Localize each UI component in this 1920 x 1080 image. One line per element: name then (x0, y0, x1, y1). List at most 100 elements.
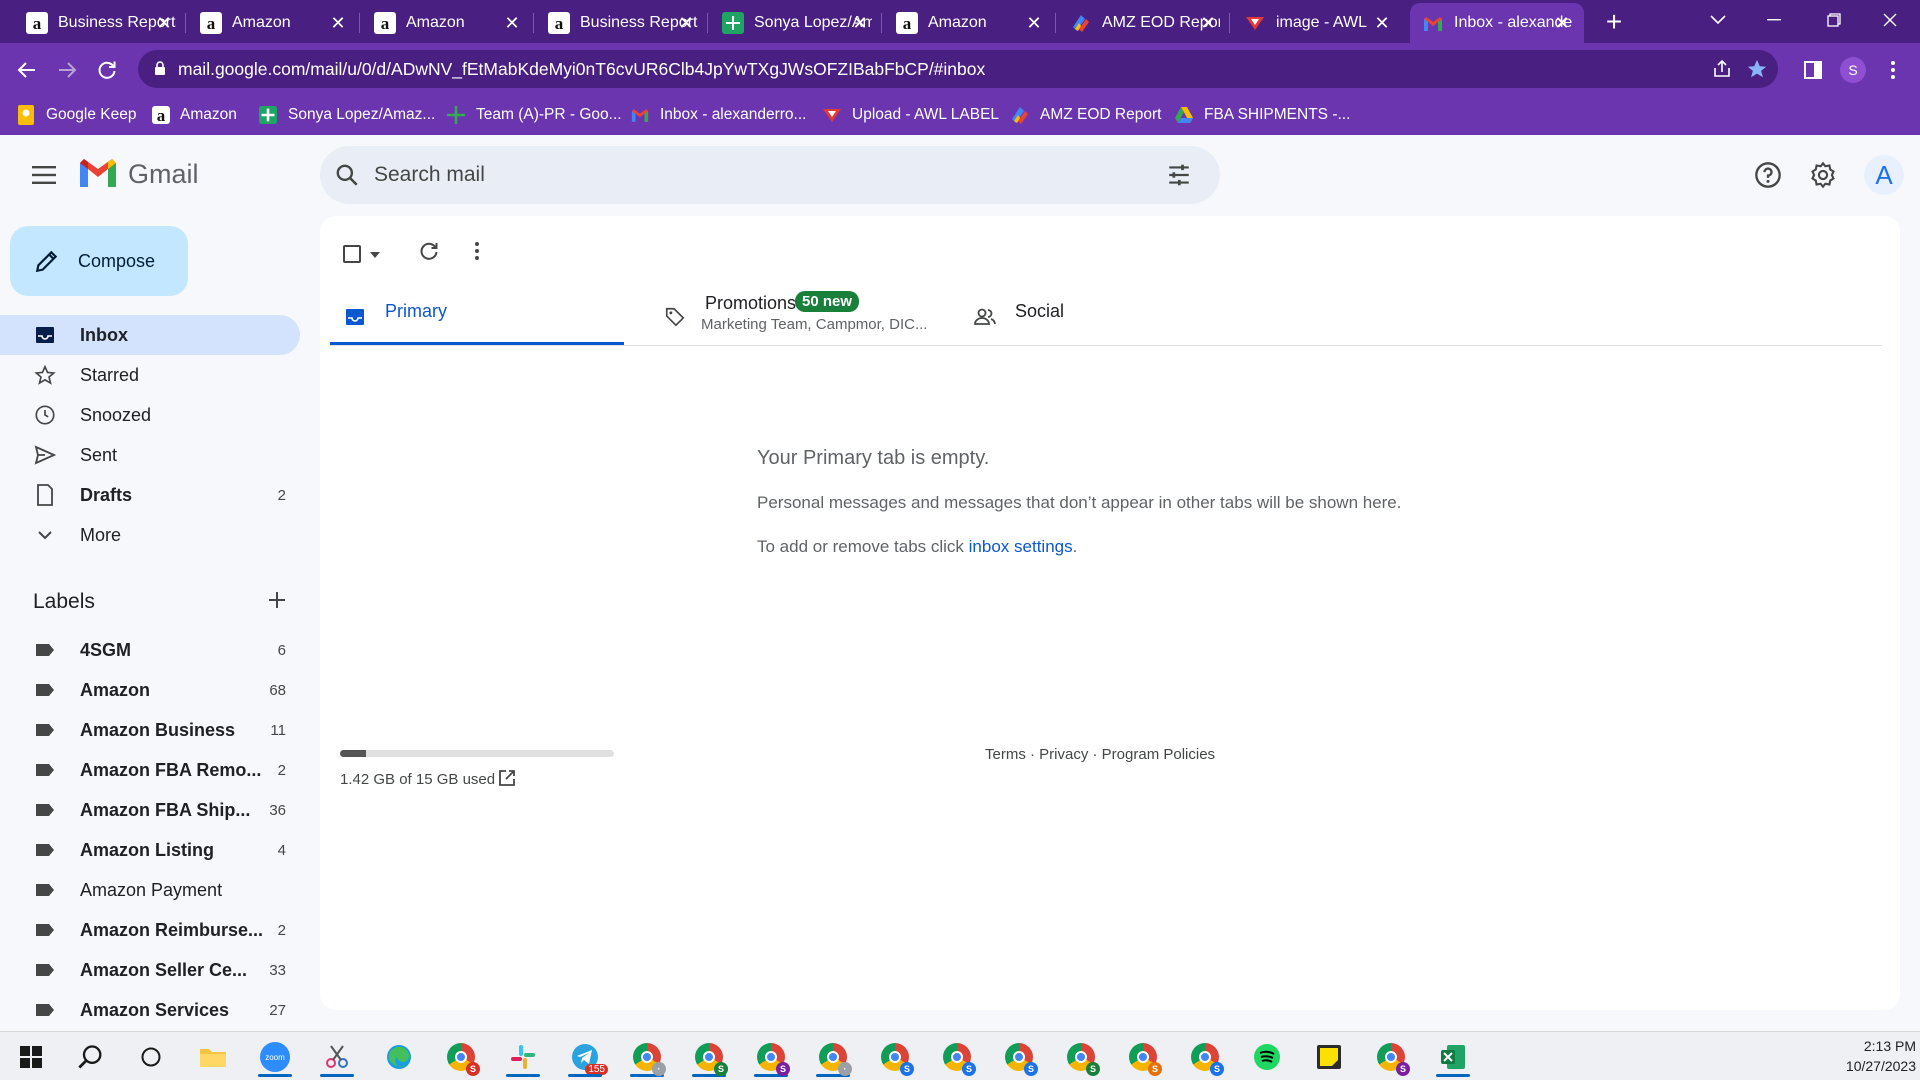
browser-tab[interactable]: image - AWL ✕ (1232, 3, 1404, 43)
snipping-tool-icon[interactable] (312, 1037, 362, 1077)
task-view-icon[interactable] (126, 1037, 176, 1077)
bookmark-item[interactable]: FBA SHIPMENTS -... (1174, 101, 1350, 129)
close-tab-icon[interactable]: ✕ (1550, 11, 1574, 35)
nav-item-sent[interactable]: Sent (0, 435, 300, 475)
close-tab-icon[interactable]: ✕ (1022, 11, 1046, 35)
browser-tab[interactable]: Sonya Lopez/Amazon ✕ (710, 3, 882, 43)
profile-avatar[interactable]: S (1836, 53, 1870, 87)
forward-icon[interactable] (50, 53, 84, 87)
add-label-icon[interactable] (262, 585, 292, 615)
bookmark-item[interactable]: Google Keep (16, 101, 137, 129)
label-item[interactable]: Amazon FBA Remo... 2 (0, 750, 300, 790)
back-icon[interactable] (10, 53, 44, 87)
label-item[interactable]: Amazon FBA Ship... 36 (0, 790, 300, 830)
open-external-icon[interactable] (498, 769, 518, 789)
browser-tab[interactable]: a Amazon ✕ (188, 3, 360, 43)
select-all-checkbox[interactable] (342, 238, 382, 270)
more-options-icon[interactable] (460, 234, 494, 268)
lock-icon[interactable] (154, 61, 166, 81)
chrome-icon[interactable]: S (994, 1037, 1044, 1077)
file-explorer-icon[interactable] (188, 1037, 238, 1077)
address-bar[interactable]: mail.google.com/mail/u/0/d/ADwNV_fEtMabK… (138, 50, 1778, 88)
label-item[interactable]: Amazon 68 (0, 670, 300, 710)
label-item[interactable]: Amazon Seller Ce... 33 (0, 950, 300, 990)
close-tab-icon[interactable]: ✕ (152, 11, 176, 35)
nav-item-inbox[interactable]: Inbox (0, 315, 300, 355)
spotify-icon[interactable] (1242, 1037, 1292, 1077)
chrome-icon[interactable]: S (870, 1037, 920, 1077)
chrome-icon[interactable]: S (1180, 1037, 1230, 1077)
tab-primary[interactable]: Primary (330, 286, 624, 346)
nav-item-drafts[interactable]: Drafts 2 (0, 475, 300, 515)
label-item[interactable]: Amazon Payment (0, 870, 300, 910)
new-tab-button[interactable]: + (1598, 6, 1630, 38)
restore-icon[interactable] (1806, 0, 1862, 40)
inbox-settings-link[interactable]: inbox settings (969, 537, 1073, 556)
chrome-icon[interactable]: S (684, 1037, 734, 1077)
system-clock[interactable]: 2:13 PM 10/27/2023 (1820, 1036, 1916, 1076)
search-icon[interactable] (334, 162, 360, 193)
telegram-icon[interactable]: 155 (560, 1037, 610, 1077)
caret-down-icon[interactable] (370, 245, 380, 263)
share-icon[interactable] (1712, 59, 1732, 84)
account-avatar[interactable]: A (1864, 155, 1904, 195)
search-icon[interactable] (66, 1037, 116, 1077)
tab-search-icon[interactable] (1690, 0, 1746, 40)
compose-button[interactable]: Compose (10, 226, 188, 296)
browser-tab-active[interactable]: Inbox - alexanderro ✕ (1410, 3, 1584, 43)
chrome-icon[interactable]: · (622, 1037, 672, 1077)
label-item[interactable]: Amazon Services 27 (0, 990, 300, 1030)
close-tab-icon[interactable]: ✕ (326, 11, 350, 35)
footer-links[interactable]: Terms · Privacy · Program Policies (985, 746, 1215, 763)
more-vert-icon[interactable] (1876, 53, 1910, 87)
label-item[interactable]: Amazon Reimburse... 2 (0, 910, 300, 950)
side-panel-icon[interactable] (1796, 53, 1830, 87)
chrome-icon[interactable]: S (746, 1037, 796, 1077)
chrome-icon[interactable]: S (436, 1037, 486, 1077)
label-item[interactable]: Amazon Listing 4 (0, 830, 300, 870)
refresh-icon[interactable] (412, 234, 446, 268)
bookmark-item[interactable]: a Amazon (152, 101, 237, 129)
close-window-icon[interactable] (1862, 0, 1918, 40)
edge-icon[interactable] (374, 1037, 424, 1077)
browser-tab[interactable]: a Business Reports ✕ (14, 3, 186, 43)
close-tab-icon[interactable]: ✕ (1196, 11, 1220, 35)
close-tab-icon[interactable]: ✕ (1370, 11, 1394, 35)
search-input[interactable] (374, 160, 1074, 190)
close-tab-icon[interactable]: ✕ (674, 11, 698, 35)
chrome-icon[interactable]: S (932, 1037, 982, 1077)
browser-tab[interactable]: a Business Reports ✕ (536, 3, 708, 43)
slack-icon[interactable] (498, 1037, 548, 1077)
reload-icon[interactable] (90, 53, 124, 87)
browser-tab[interactable]: AMZ EOD Report ✕ (1058, 3, 1230, 43)
chrome-icon[interactable]: S (1366, 1037, 1416, 1077)
browser-tab[interactable]: a Amazon ✕ (362, 3, 534, 43)
minimize-icon[interactable] (1746, 0, 1802, 40)
help-icon[interactable] (1748, 155, 1788, 195)
bookmark-item[interactable]: Inbox - alexanderro... (630, 101, 806, 129)
bookmark-item[interactable]: AMZ EOD Report (1010, 101, 1161, 129)
search-options-icon[interactable] (1166, 162, 1192, 193)
close-tab-icon[interactable]: ✕ (848, 11, 872, 35)
chrome-icon[interactable]: S (1118, 1037, 1168, 1077)
main-menu-icon[interactable] (24, 155, 64, 195)
nav-item-more[interactable]: More (0, 515, 300, 555)
excel-icon[interactable] (1428, 1037, 1478, 1077)
bookmark-item[interactable]: Sonya Lopez/Amaz... (258, 101, 435, 129)
bookmark-item[interactable]: Upload - AWL LABEL (822, 101, 999, 129)
nav-item-starred[interactable]: Starred (0, 355, 300, 395)
zoom-icon[interactable]: zoom (250, 1037, 300, 1077)
settings-gear-icon[interactable] (1803, 155, 1843, 195)
label-item[interactable]: Amazon Business 11 (0, 710, 300, 750)
tab-social[interactable]: Social (960, 286, 1220, 346)
browser-tab[interactable]: a Amazon ✕ (884, 3, 1056, 43)
label-item[interactable]: 4SGM 6 (0, 630, 300, 670)
nav-item-snoozed[interactable]: Snoozed (0, 395, 300, 435)
search-bar[interactable] (320, 146, 1220, 204)
windows-start-icon[interactable] (6, 1037, 56, 1077)
bookmark-item[interactable]: Team (A)-PR - Goo... (446, 101, 622, 129)
sticky-notes-icon[interactable] (1304, 1037, 1354, 1077)
gmail-logo[interactable]: Gmail (78, 157, 199, 192)
bookmark-star-icon[interactable] (1746, 58, 1768, 85)
chrome-icon[interactable]: S (1056, 1037, 1106, 1077)
